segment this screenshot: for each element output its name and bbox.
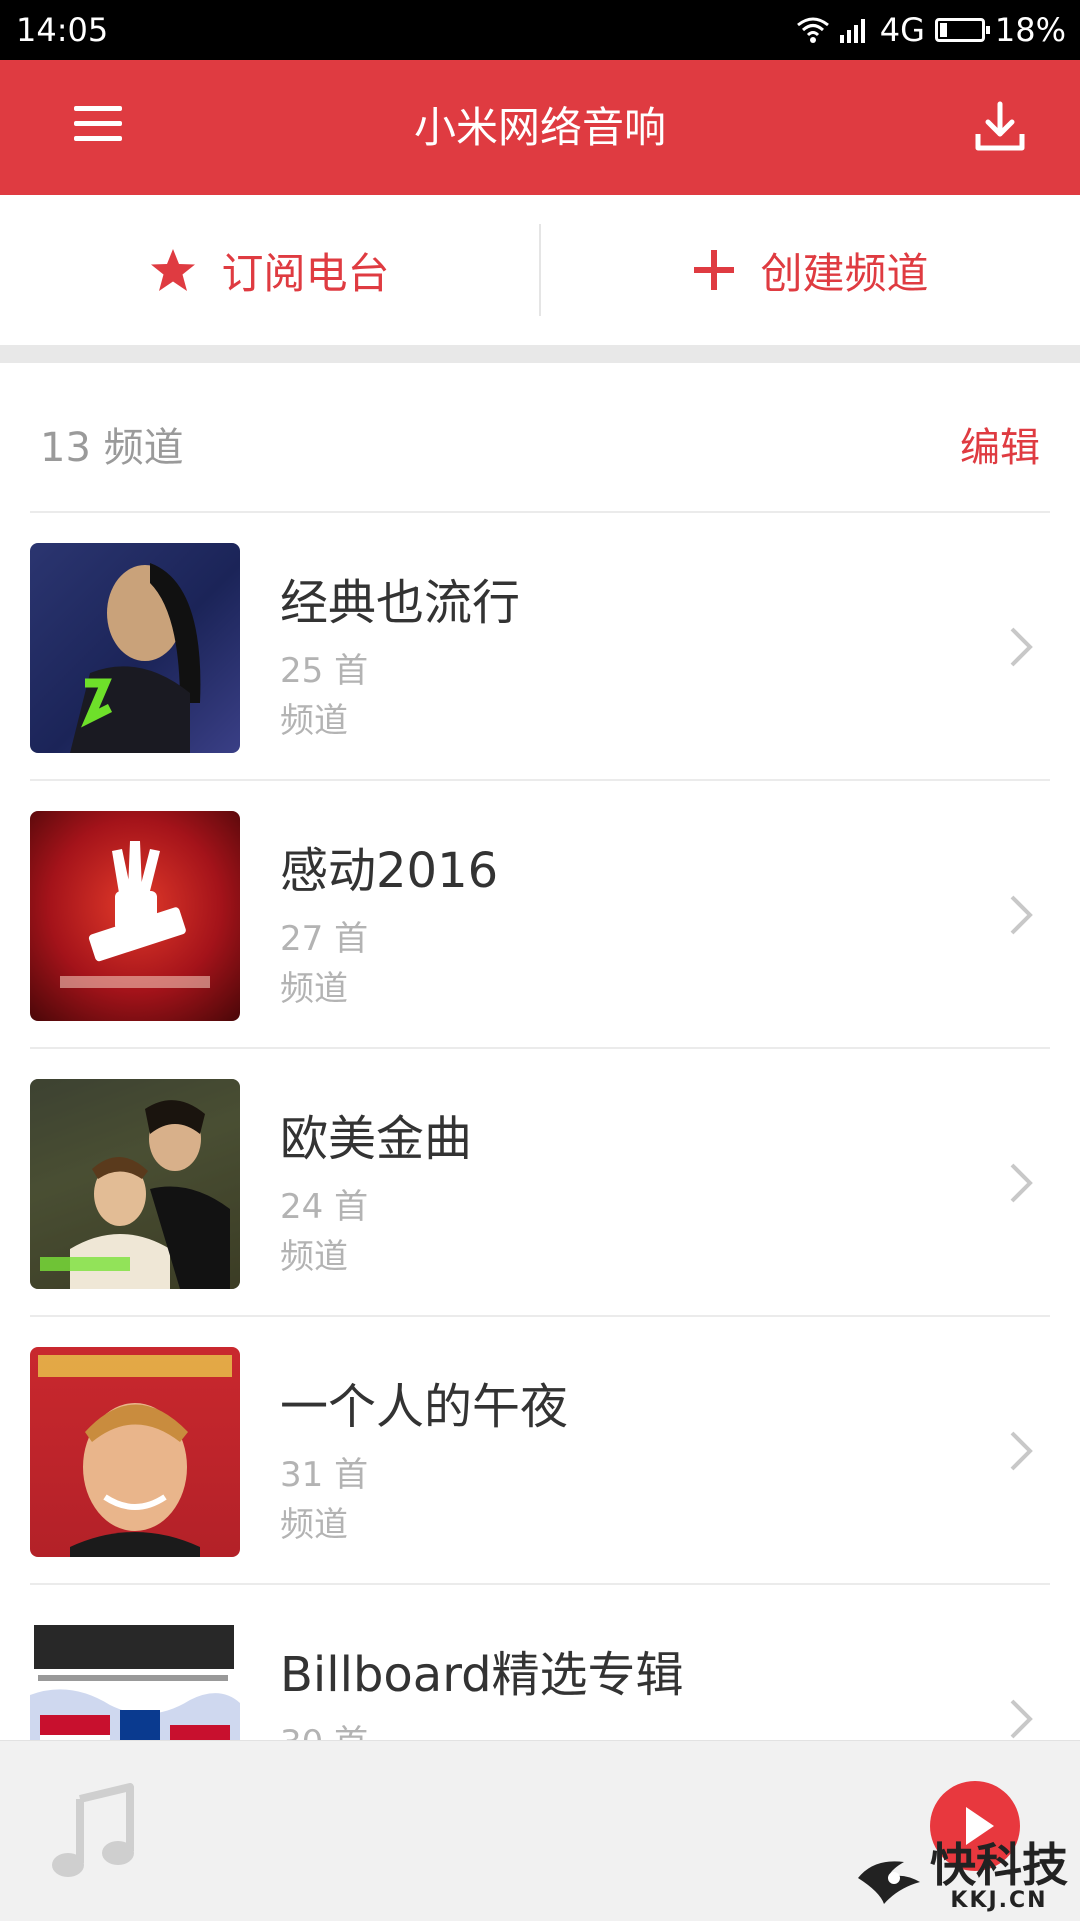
battery-icon [934,18,990,42]
status-icons: 4G 18% [796,11,1066,49]
chevron-right-icon [1010,1699,1033,1739]
channel-name: 一个人的午夜 [280,1379,569,1435]
channel-name: 经典也流行 [280,575,521,631]
create-channel-button[interactable]: 创建频道 [541,195,1080,345]
song-count: 25 首 [280,651,369,691]
channel-item[interactable]: 感动2016 27 首 频道 [0,781,1080,1049]
channel-item[interactable]: 一个人的午夜 31 首 频道 [0,1317,1080,1585]
battery-percent: 18% [994,11,1066,49]
music-note-icon[interactable] [50,1783,136,1879]
network-type: 4G [879,11,925,49]
subscribe-radio-label: 订阅电台 [221,248,390,298]
action-row: 订阅电台 创建频道 [0,195,1080,345]
channel-type: 频道 [280,1505,348,1545]
watermark: 快科技 KKJ.CN [854,1842,1068,1913]
album-cover-image [30,811,240,1021]
channel-item[interactable]: 欧美金曲 24 首 频道 [0,1049,1080,1317]
download-icon[interactable] [972,100,1028,156]
channel-count: 13 频道 [40,425,184,471]
song-count: 27 首 [280,919,369,959]
channel-name: 欧美金曲 [280,1111,473,1167]
song-count: 31 首 [280,1455,369,1495]
chevron-right-icon [1010,627,1033,667]
subscribe-radio-button[interactable]: 订阅电台 [0,195,539,345]
channel-type: 频道 [280,969,348,1009]
watermark-sub: KKJ.CN [950,1888,1048,1913]
star-icon [151,249,196,291]
status-bar: 14:05 4G 18% [0,0,1080,60]
album-cover-image [30,543,240,753]
watermark-logo-icon [858,1860,920,1904]
channel-type: 频道 [280,1237,348,1277]
channel-list: 经典也流行 25 首 频道 感动2016 27 首 频道 欧美金曲 24 首 频… [0,513,1080,1853]
page-title: 小米网络音响 [413,103,666,152]
watermark-text: 快科技 [930,1838,1068,1892]
status-time: 14:05 [16,11,109,49]
song-count: 24 首 [280,1187,369,1227]
signal-icon [839,19,865,43]
chevron-right-icon [1010,895,1033,935]
chevron-right-icon [1010,1431,1033,1471]
album-cover-image [30,1079,240,1289]
app-bar: 小米网络音响 [0,60,1080,195]
channel-item[interactable]: 经典也流行 25 首 频道 [0,513,1080,781]
channel-name: Billboard精选专辑 [280,1647,684,1703]
plus-icon [694,250,735,290]
wifi-icon [796,17,829,43]
album-cover-image [30,1347,240,1557]
channel-type: 频道 [280,701,348,741]
section-gap [0,345,1080,363]
chevron-right-icon [1010,1163,1033,1203]
list-header: 13 频道 编辑 [0,363,1080,513]
create-channel-label: 创建频道 [760,248,929,298]
player-bar: 快科技 KKJ.CN [0,1740,1080,1921]
edit-button[interactable]: 编辑 [960,415,1040,473]
channel-name: 感动2016 [280,843,499,899]
